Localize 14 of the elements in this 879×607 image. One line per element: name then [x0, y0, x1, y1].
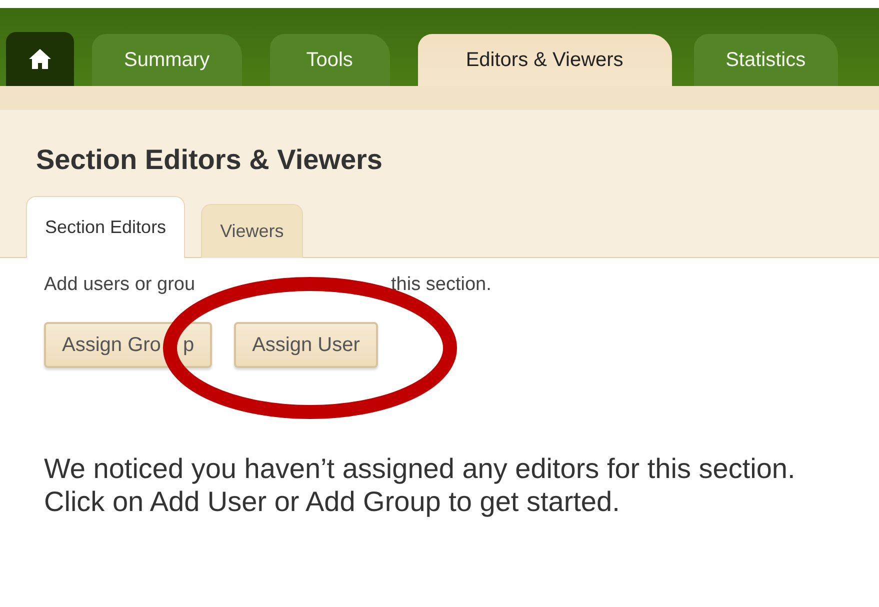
home-icon	[28, 48, 52, 70]
nav-tab[interactable]: Editors & Viewers	[418, 34, 672, 86]
assign-button[interactable]: Assign Gro p	[44, 322, 212, 368]
section-tab[interactable]: Section Editors	[26, 196, 186, 258]
home-tab[interactable]	[6, 32, 74, 86]
page-title: Section Editors & Viewers	[36, 144, 384, 176]
assign-button[interactable]: Assign User	[234, 322, 378, 368]
nav-tab[interactable]: Tools	[270, 34, 390, 86]
nav-tab[interactable]: Summary	[92, 34, 242, 86]
empty-message: We noticed you haven’t assigned any editors for this section. Click on Add User or Add Group to get started.	[44, 452, 796, 518]
section-tab[interactable]: Viewers	[201, 204, 303, 258]
instruction-text: Add users or grou	[44, 274, 196, 296]
instruction-text: this section.	[391, 274, 492, 296]
nav-tab[interactable]: Statistics	[694, 34, 838, 86]
